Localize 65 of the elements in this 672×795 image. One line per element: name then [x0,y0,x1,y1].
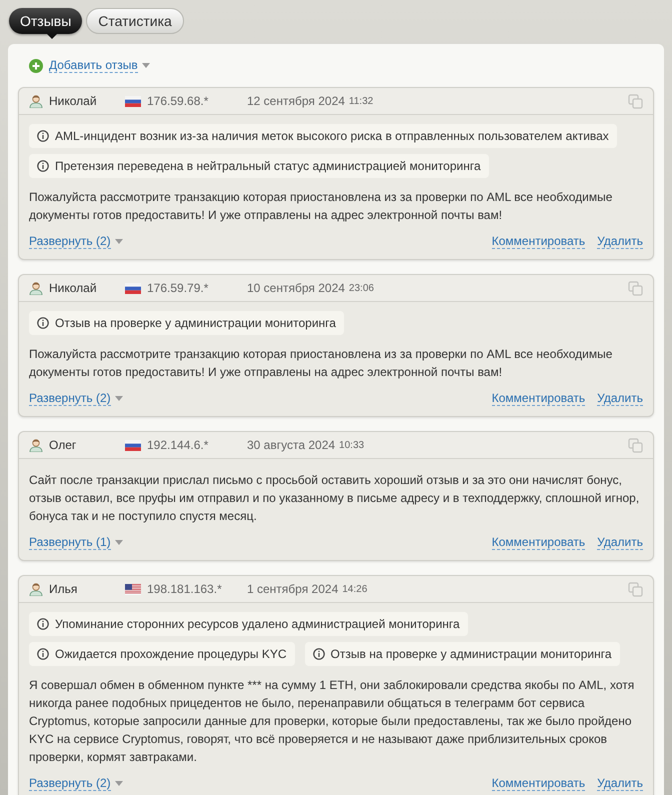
flag-icon [125,440,141,450]
flag-icon [125,584,141,594]
ip-address: 198.181.163.* [147,581,223,598]
author-name: Николай [49,93,98,110]
info-icon [312,648,325,660]
delete-link[interactable]: Удалить [597,535,643,550]
copy-icon[interactable] [628,280,643,296]
notice-text: AML-инцидент возник из-за наличия меток высокого риска в отправленных пользователем активах [55,128,609,145]
review-time: 23:06 [348,282,374,296]
expand-link[interactable]: Развернуть (2) [29,234,111,249]
author-name: Олег [49,437,78,454]
user-icon [29,94,43,108]
review-text: Я совершал обмен в обменном пункте *** на сумму 1 ETH, они заблокировали средства якобы по AML, хотя никогда ранее подобных прицедентов не было, перенаправили общаться в телеграмм бот сервиса Cryptomus, которые запросили данные для проверки, которые были предоставлены, так же было пройдено KYC на сервисе Cryptomus, говорят, что всё проверяется и не называют даже приблизительных сроков проверки, кормят завтраками. [29,677,636,766]
plus-icon[interactable] [29,58,43,72]
user-icon [29,281,43,295]
caret-icon [114,540,123,545]
review-text: Пожалуйста рассмотрите транзакцию которая приостановлена из за проверки по AML все необходимые документы готов предоставить! И уже отправлены на адрес электронной почты вам! [29,189,614,224]
notice-text: Отзыв на проверке у администрации мониторинга [55,315,336,332]
review-date: 1 сентября 2024 [247,581,338,598]
ip-address: 192.144.6.* [147,437,210,454]
comment-link[interactable]: Комментировать [492,776,586,791]
info-icon [37,618,49,630]
info-icon [37,648,49,660]
delete-link[interactable]: Удалить [597,234,643,249]
review-text: Пожалуйста рассмотрите транзакцию которая приостановлена из за проверки по AML все необходимые документы готов предоставить! И уже отправлены на адрес электронной почты вам! [29,346,614,381]
author-name: Илья [49,581,78,598]
notice-text: Упоминание сторонних ресурсов удалено администрацией мониторинга [55,616,460,633]
tab[interactable]: Статистика [86,8,184,34]
delete-link[interactable]: Удалить [597,391,643,406]
info-icon [37,130,49,142]
caret-icon [114,781,123,786]
review-time: 14:26 [342,582,368,596]
expand-link[interactable]: Развернуть (2) [29,776,111,791]
flag-icon [125,96,141,106]
comment-link[interactable]: Комментировать [492,391,586,406]
notice-text: Ожидается прохождение процедуры KYC [55,646,287,663]
copy-icon[interactable] [628,438,643,452]
ip-address: 176.59.68.* [147,93,210,110]
add-review-link[interactable]: Добавить отзыв [49,58,138,73]
review-date: 30 августа 2024 [247,437,336,454]
comment-link[interactable]: Комментировать [492,535,586,550]
review-time: 10:33 [339,438,364,452]
info-icon [37,160,49,172]
expand-link[interactable]: Развернуть (2) [29,391,111,406]
caret-icon [142,63,150,68]
info-icon [37,317,49,329]
review-time: 11:32 [348,94,374,108]
user-icon [29,438,43,452]
expand-link[interactable]: Развернуть (1) [29,535,111,550]
flag-icon [125,282,141,294]
caret-icon [114,239,123,244]
author-name: Николай [49,280,98,297]
ip-address: 176.59.79.* [147,280,210,297]
review-text: Сайт после транзакции прислал письмо с просьбой оставить хороший отзыв и за это они начислят бонус, отзыв оставил, все пруфы им отправил и по указанному в письме адресу и в техподдержку, сплошной игнор, бонуса так и не поступило спустя месяц. [29,472,640,525]
caret-icon [114,396,123,401]
notice-text: Отзыв на проверке у администрации мониторинга [330,646,612,663]
comment-link[interactable]: Комментировать [492,234,586,249]
review-date: 10 сентября 2024 [247,280,345,297]
user-icon [29,582,43,596]
notice-text: Претензия переведена в нейтральный статус администрацией мониторинга [55,158,481,175]
delete-link[interactable]: Удалить [597,776,643,791]
tab-pointer [47,34,57,39]
review-date: 12 сентября 2024 [247,93,345,110]
copy-icon[interactable] [628,94,643,108]
copy-icon[interactable] [628,582,643,596]
